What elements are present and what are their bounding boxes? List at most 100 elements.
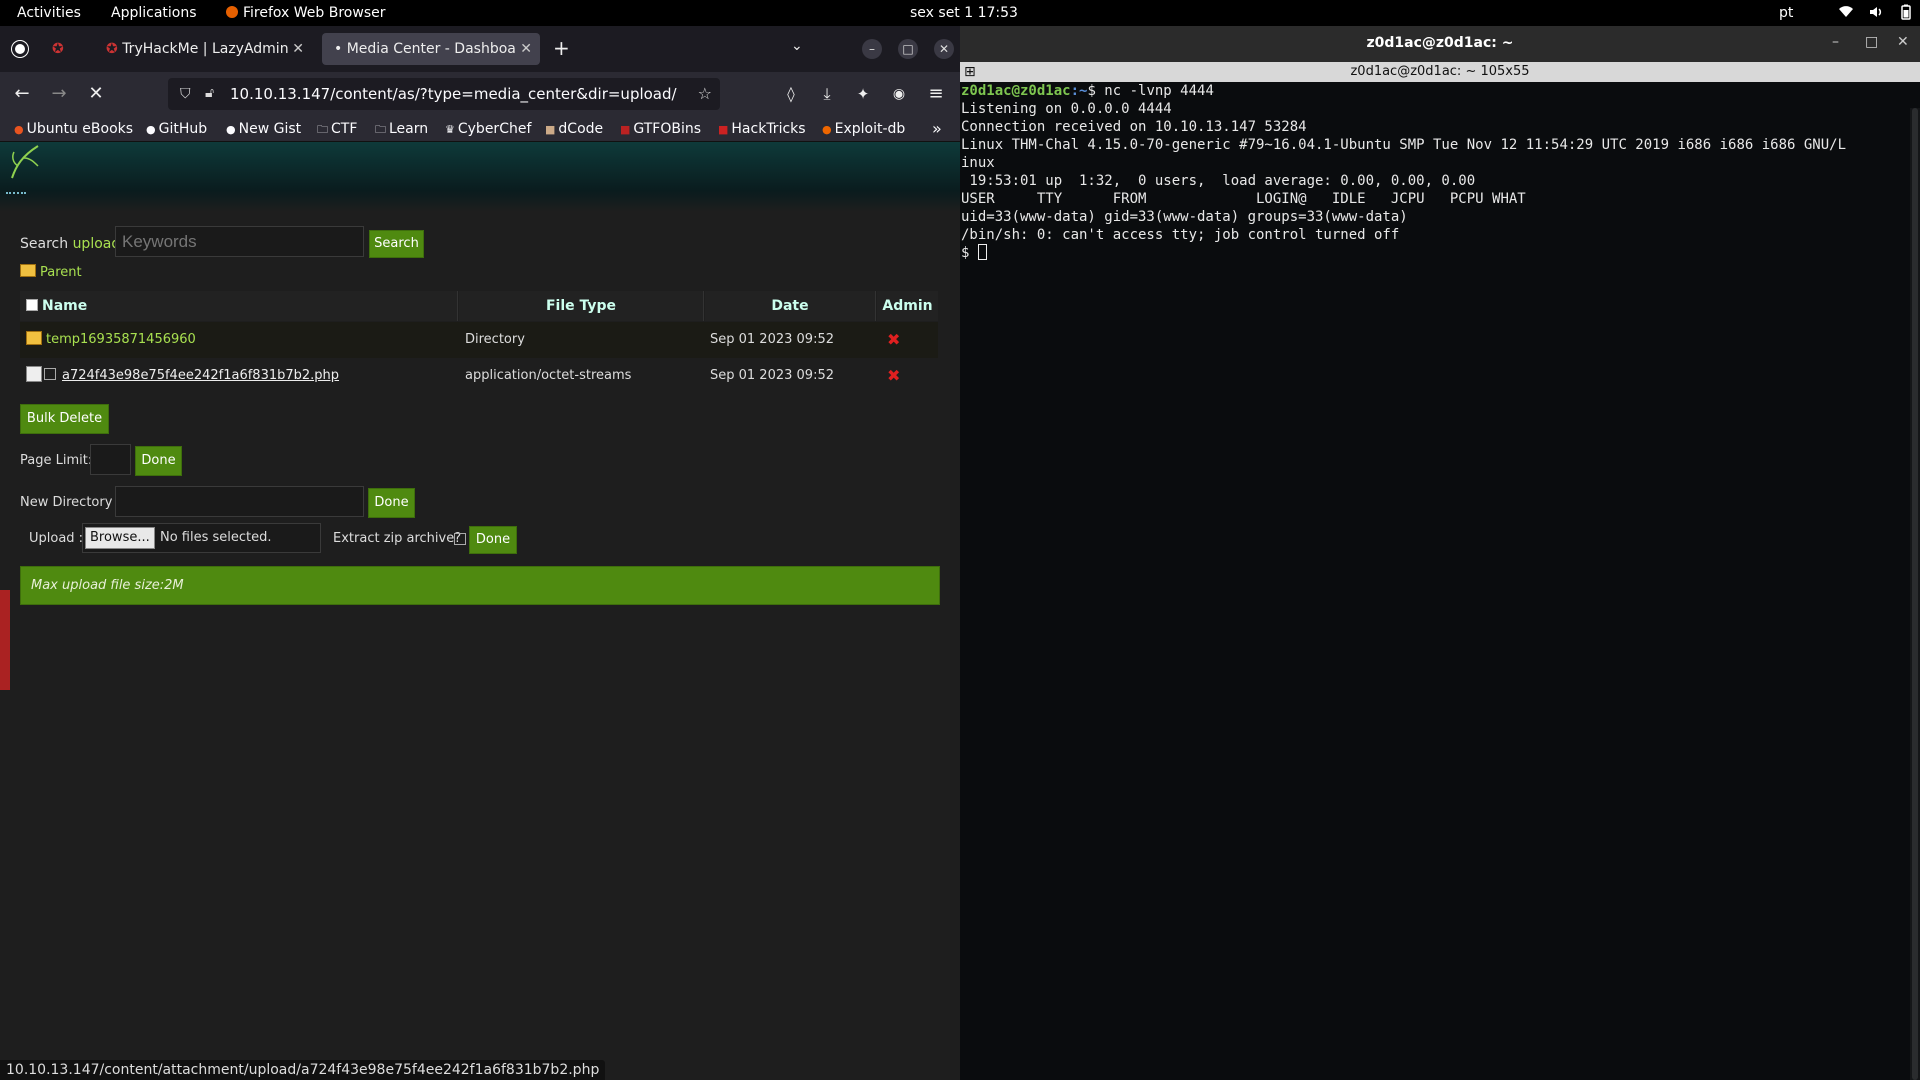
extensions-icon[interactable]: ✦	[851, 82, 875, 106]
terminal-scrollbar[interactable]	[1910, 108, 1920, 1080]
page-content: Search upload/ Search Parent Name File T…	[0, 142, 960, 1080]
close-tab-icon[interactable]: ✕	[516, 33, 532, 65]
new-tab-button[interactable]: +	[553, 36, 570, 60]
bookmark-label: Learn	[389, 121, 429, 137]
loading-dot-icon: •	[334, 41, 347, 57]
table-row: a724f43e98e75f4ee242f1a6f831b7b2.php app…	[20, 358, 938, 394]
file-name-link[interactable]: a724f43e98e75f4ee242f1a6f831b7b2.php	[62, 368, 339, 383]
folder-icon: 🗀	[317, 123, 328, 136]
search-button[interactable]: Search	[369, 230, 424, 258]
select-all-checkbox[interactable]	[26, 299, 38, 311]
bookmark-folder-learn[interactable]: 🗀 Learn	[375, 119, 428, 139]
column-header-date[interactable]: Date	[705, 291, 876, 321]
close-window-button[interactable]: ✕	[1897, 34, 1909, 50]
sweetrice-leaf-logo-icon[interactable]	[8, 144, 42, 180]
parent-link[interactable]: Parent	[20, 264, 82, 280]
file-name-link[interactable]: temp16935871456960	[46, 332, 196, 347]
search-label: Search upload/	[20, 236, 125, 252]
menu-dots-icon[interactable]	[6, 192, 26, 194]
browse-button[interactable]: Browse...	[85, 527, 155, 549]
hacktricks-icon: ■	[718, 123, 729, 136]
bookmark-new-gist[interactable]: ● New Gist	[226, 119, 301, 139]
column-header-name[interactable]: Name	[20, 291, 458, 321]
github-icon[interactable]	[12, 41, 28, 57]
pinned-tab-icon[interactable]: ✪	[52, 41, 68, 57]
bookmark-folder-ctf[interactable]: 🗀 CTF	[317, 119, 357, 139]
back-arrow-icon[interactable]: ←	[10, 82, 34, 106]
foxyproxy-icon[interactable]: ◉	[887, 82, 911, 106]
exploit-db-icon: ●	[822, 123, 832, 136]
bookmark-label: Ubuntu eBooks	[26, 121, 134, 137]
max-upload-notice: Max upload file size:2M	[20, 566, 940, 605]
new-directory-done-button[interactable]: Done	[368, 488, 415, 518]
file-icon	[26, 366, 42, 382]
upload-done-button[interactable]: Done	[469, 526, 517, 554]
github-icon: ●	[146, 123, 156, 136]
close-window-button[interactable]: ✕	[934, 39, 954, 59]
menu-hamburger-icon[interactable]: ≡	[924, 82, 948, 106]
page-limit-input[interactable]	[90, 444, 131, 475]
downloads-icon[interactable]: ⤓	[815, 82, 839, 106]
minimize-button[interactable]: –	[862, 39, 882, 59]
scrollbar-thumb[interactable]	[1912, 108, 1918, 1080]
terminal-command-line: z0d1ac@z0d1ac:~$ nc -lvnp 4444	[961, 82, 1910, 100]
url-bar[interactable]: ⛉ 🔓︎ 10.10.13.147/content/as/?type=media…	[168, 78, 720, 110]
terminal-output[interactable]: z0d1ac@z0d1ac:~$ nc -lvnp 4444 Listening …	[960, 82, 1910, 1080]
bookmark-star-icon[interactable]: ☆	[698, 84, 712, 103]
delete-pin-icon[interactable]: ✖	[887, 358, 927, 394]
bookmark-dcode[interactable]: ■ dCode	[545, 119, 603, 139]
system-tray[interactable]	[1838, 4, 1914, 20]
page-limit-done-button[interactable]: Done	[135, 446, 182, 476]
pocket-icon[interactable]: ◊	[779, 82, 803, 106]
new-directory-input[interactable]	[115, 486, 364, 517]
search-input[interactable]	[115, 226, 364, 257]
bookmark-cyberchef[interactable]: ♛ CyberChef	[445, 119, 531, 139]
tab-tryhackme[interactable]: ✪ TryHackMe | LazyAdmin ✕	[94, 33, 312, 65]
maximize-button[interactable]: □	[1865, 34, 1878, 50]
terminal-line: Listening on 0.0.0.0 4444	[961, 101, 1172, 117]
bookmarks-toolbar: ● Ubuntu eBooks ● GitHub ● New Gist 🗀 CTF 🗀 L…	[0, 116, 960, 142]
column-header-file-type[interactable]: File Type	[459, 291, 704, 321]
url-text[interactable]: 10.10.13.147/content/as/?type=media_cent…	[230, 78, 677, 110]
new-directory-label: New Directory :	[20, 495, 121, 510]
app-menu[interactable]: Firefox Web Browser	[226, 4, 386, 22]
file-upload-input[interactable]: Browse... No files selected.	[82, 523, 321, 553]
tracking-shield-icon[interactable]: ⛉	[180, 86, 191, 102]
wifi-icon	[1838, 4, 1854, 20]
forward-arrow-icon[interactable]: →	[47, 82, 71, 106]
prompt-path: :~	[1070, 83, 1088, 99]
bulk-delete-button[interactable]: Bulk Delete	[20, 404, 109, 434]
applications-menu[interactable]: Applications	[111, 4, 197, 22]
bookmark-ubuntu-ebooks[interactable]: ● Ubuntu eBooks	[14, 119, 133, 139]
column-header-admin[interactable]: Admin	[877, 291, 938, 321]
file-type-cell: Directory	[465, 332, 525, 347]
list-all-tabs-chevron-down-icon[interactable]: ⌄	[791, 38, 803, 54]
activities-button[interactable]: Activities	[17, 4, 81, 22]
dcode-icon: ■	[545, 123, 556, 136]
keyboard-layout-indicator[interactable]: pt	[1779, 4, 1793, 22]
minimize-button[interactable]: –	[1832, 34, 1839, 50]
clock[interactable]: sex set 1 17:53	[910, 4, 1018, 22]
extract-zip-checkbox[interactable]	[454, 533, 466, 545]
no-files-selected-text: No files selected.	[160, 530, 272, 545]
file-select-checkbox[interactable]	[44, 368, 56, 380]
bookmark-exploit-db[interactable]: ● Exploit-db	[822, 119, 905, 139]
maximize-button[interactable]: □	[898, 39, 918, 59]
tab-media-center[interactable]: • Media Center - Dashboard ✕	[322, 33, 540, 65]
more-bookmarks-chevron-icon[interactable]: »	[932, 119, 942, 139]
bookmark-gtfobins[interactable]: ■ GTFOBins	[620, 119, 701, 139]
bookmark-hacktricks[interactable]: ■ HackTricks	[718, 119, 806, 139]
terminal-line: Linux THM-Chal 4.15.0-70-generic #79~16.…	[961, 137, 1847, 153]
bookmark-github[interactable]: ● GitHub	[146, 119, 207, 139]
stop-loading-icon[interactable]: ✕	[84, 82, 108, 106]
firefox-icon	[226, 6, 238, 18]
shell-prompt: $	[961, 245, 978, 261]
split-terminal-icon[interactable]: ⊞	[964, 62, 976, 82]
bookmark-label: HackTricks	[731, 121, 806, 137]
tab-label: TryHackMe | LazyAdmin	[122, 41, 289, 57]
insecure-lock-icon[interactable]: 🔓︎	[205, 85, 214, 101]
tab-strip: ✪ ✪ TryHackMe | LazyAdmin ✕ • Media Cent…	[0, 26, 960, 72]
delete-pin-icon[interactable]: ✖	[887, 322, 927, 358]
parent-link-text[interactable]: Parent	[40, 265, 82, 280]
close-tab-icon[interactable]: ✕	[292, 33, 304, 65]
